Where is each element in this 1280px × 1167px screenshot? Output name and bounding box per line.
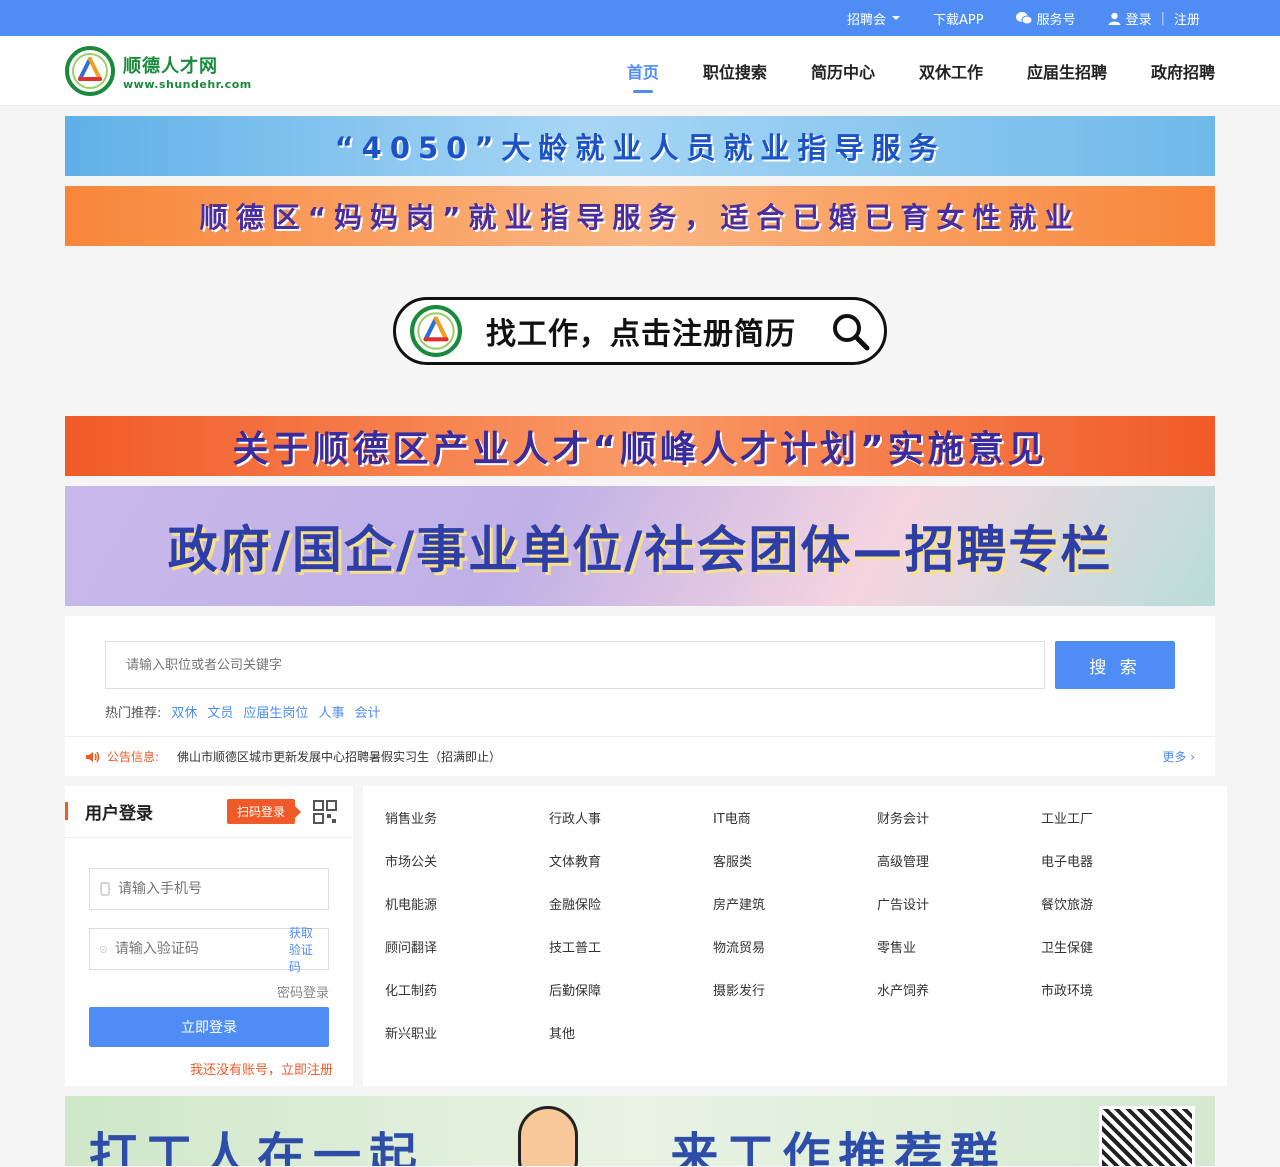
banner-4050-service[interactable]: “4050”大龄就业人员就业指导服务 [65,116,1215,176]
site-logo[interactable]: 顺德人才网 www.shundehr.com [65,46,252,96]
logo-emblem-icon [410,305,462,357]
top-bar: 招聘会 下载APP 服务号 登录 | 注册 [0,0,1280,36]
download-app-label: 下载APP [932,12,984,28]
category-link[interactable]: 销售业务 [385,808,549,851]
hot-tag[interactable]: 人事 [318,706,344,721]
nav-government-jobs[interactable]: 政府招聘 [1151,49,1215,93]
code-field[interactable]: 获取验证码 [89,926,329,974]
login-title: 用户登录 [85,804,153,824]
banner-government-jobs-column[interactable]: 政府/国企/事业单位/社会团体—招聘专栏 [65,486,1215,606]
qr-code-icon[interactable] [313,799,337,824]
user-icon [1108,12,1121,25]
chevron-down-icon [891,16,900,20]
register-account-link[interactable]: 我还没有账号，立即注册 [89,1059,333,1078]
category-link[interactable]: 技工普工 [549,937,713,980]
service-account-label: 服务号 [1036,12,1076,28]
category-link[interactable]: 餐饮旅游 [1041,894,1205,937]
category-link[interactable]: 物流贸易 [713,937,877,980]
category-link[interactable]: 化工制药 [385,980,549,1023]
job-category-grid: 销售业务 行政人事 IT电商 财务会计 工业工厂 市场公关 文体教育 客服类 高… [363,786,1227,1086]
banner-talent-plan[interactable]: 关于顺德区产业人才“顺峰人才计划”实施意见 [65,416,1215,476]
speaker-icon [86,751,100,762]
logo-url: www.shundehr.com [123,77,252,91]
register-cta-text: 找工作，点击注册简历 [486,317,796,352]
hot-label: 热门推荐: [105,706,162,721]
category-link[interactable]: 摄影发行 [713,980,877,1023]
category-link[interactable]: 客服类 [713,851,877,894]
nav-weekend-jobs[interactable]: 双休工作 [919,49,983,93]
shield-icon [100,945,107,953]
logo-name: 顺德人才网 [123,55,218,77]
divider: | [1160,10,1165,26]
category-link[interactable]: 广告设计 [877,894,1041,937]
login-panel: 用户登录 扫码登录 获取验证码 密码 [65,786,353,1086]
category-link[interactable]: 行政人事 [549,808,713,851]
category-link[interactable]: 房产建筑 [713,894,877,937]
category-link[interactable]: 后勤保障 [549,980,713,1023]
category-link[interactable]: 金融保险 [549,894,713,937]
category-link[interactable]: 市政环境 [1041,980,1205,1023]
service-account-link[interactable]: 服务号 [1015,9,1076,28]
category-link[interactable]: 工业工厂 [1041,808,1205,851]
category-link[interactable]: IT电商 [713,808,877,851]
login-submit-button[interactable]: 立即登录 [89,1007,329,1047]
notice-more-link[interactable]: 更多 › [1162,748,1195,765]
register-link[interactable]: 注册 [1174,9,1200,28]
phone-field[interactable] [89,868,329,910]
job-fair-label: 招聘会 [846,12,886,28]
logo-emblem-icon [65,46,115,96]
account-links: 登录 | 注册 [1108,9,1200,28]
category-link[interactable]: 水产饲养 [877,980,1041,1023]
hot-tag[interactable]: 应届生岗位 [243,706,308,721]
job-fair-menu[interactable]: 招聘会 [847,9,901,28]
phone-icon [100,882,110,896]
search-section: 搜 索 热门推荐: 双休文员应届生岗位人事会计 [65,616,1215,736]
register-resume-button[interactable]: 找工作，点击注册简历 [393,297,887,365]
b5-right-text: 来工作推荐群 [670,1128,1007,1166]
cartoon-face-icon [517,1106,578,1166]
banner-mom-jobs[interactable]: 顺德区“妈妈岗”就业指导服务，适合已婚已育女性就业 [65,186,1215,246]
job-search-input[interactable] [105,641,1045,689]
nav-resume-center[interactable]: 简历中心 [811,49,875,93]
notice-bar: 公告信息: 佛山市顺德区城市更新发展中心招聘暑假实习生（招满即止） 更多 › [65,736,1215,776]
category-link[interactable]: 顾问翻译 [385,937,549,980]
category-link[interactable]: 市场公关 [385,851,549,894]
category-link[interactable]: 零售业 [877,937,1041,980]
hot-tag[interactable]: 文员 [207,706,233,721]
notice-label: 公告信息: [107,750,160,764]
login-link[interactable]: 登录 [1126,9,1152,28]
category-link[interactable]: 卫生保健 [1041,937,1205,980]
category-link[interactable]: 文体教育 [549,851,713,894]
header: 顺德人才网 www.shundehr.com 首页 职位搜索 简历中心 双休工作… [0,36,1280,106]
banner-job-recommend-group[interactable]: 打工人在一起 来工作推荐群 [65,1096,1215,1166]
nav-graduate-jobs[interactable]: 应届生招聘 [1027,49,1107,93]
hot-tags: 热门推荐: 双休 文员 应届生岗位 人事 会计 [105,702,1175,721]
search-button[interactable]: 搜 索 [1055,641,1175,689]
wechat-icon [1015,12,1032,25]
code-input[interactable] [114,941,289,957]
download-app-link[interactable]: 下载APP [933,9,984,28]
search-icon [833,314,870,351]
category-link[interactable]: 高级管理 [877,851,1041,894]
nav-job-search[interactable]: 职位搜索 [703,49,767,93]
category-link[interactable]: 财务会计 [877,808,1041,851]
qr-code-icon [1099,1106,1195,1166]
get-code-button[interactable]: 获取验证码 [289,924,318,975]
notice-text[interactable]: 佛山市顺德区城市更新发展中心招聘暑假实习生（招满即止） [177,748,1162,765]
category-link[interactable]: 新兴职业 [385,1023,549,1066]
scan-login-tag[interactable]: 扫码登录 [226,799,302,824]
category-link[interactable]: 机电能源 [385,894,549,937]
category-link[interactable]: 电子电器 [1041,851,1205,894]
register-cta-section: 找工作，点击注册简历 [65,246,1215,416]
category-link[interactable]: 其他 [549,1023,713,1066]
hot-tag[interactable]: 双休 [171,706,197,721]
main-nav: 首页 职位搜索 简历中心 双休工作 应届生招聘 政府招聘 [627,49,1215,93]
hot-tag[interactable]: 会计 [354,706,380,721]
phone-input[interactable] [118,881,318,897]
b5-left-text: 打工人在一起 [89,1128,426,1166]
password-login-link[interactable]: 密码登录 [89,982,329,1001]
nav-home[interactable]: 首页 [627,49,659,93]
